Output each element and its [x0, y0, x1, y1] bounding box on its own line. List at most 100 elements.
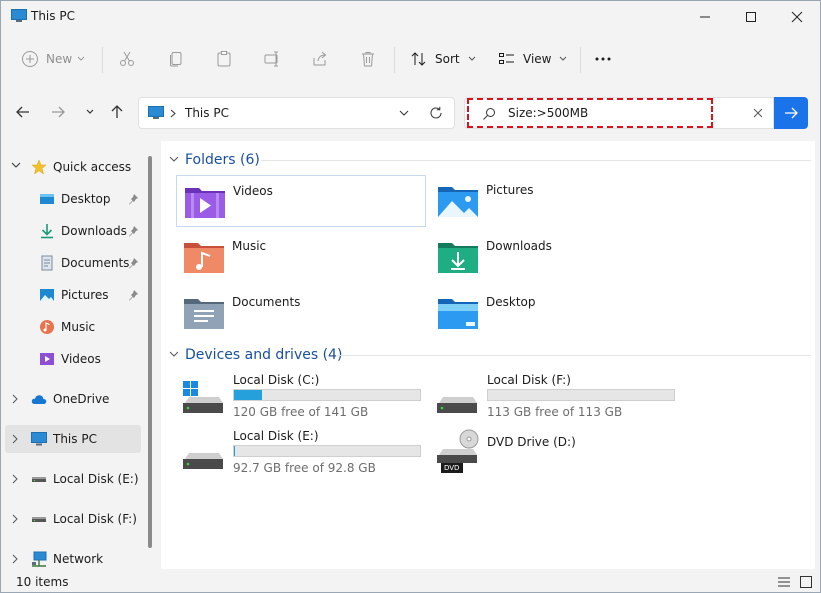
drive-tile-e[interactable]: Local Disk (E:) 92.7 GB free of 92.8 GB — [177, 429, 427, 481]
recent-locations-button[interactable] — [79, 101, 101, 123]
refresh-icon[interactable] — [429, 106, 443, 120]
drive-tile-f[interactable]: Local Disk (F:) 113 GB free of 113 GB — [431, 373, 681, 425]
view-button[interactable]: View — [498, 45, 567, 73]
plus-circle-icon — [22, 51, 38, 67]
sidebar-item-onedrive[interactable]: OneDrive — [5, 385, 141, 413]
chevron-right-icon — [12, 394, 18, 404]
details-view-icon[interactable] — [777, 576, 791, 588]
picture-icon — [40, 289, 54, 301]
folder-tile-desktop[interactable]: Desktop — [430, 287, 680, 339]
address-location[interactable]: This PC — [185, 106, 229, 120]
dvd-badge: DVD — [444, 464, 460, 472]
chevron-right-icon — [12, 434, 18, 444]
folder-label: Pictures — [486, 183, 534, 197]
folder-tile-downloads[interactable]: Downloads — [430, 231, 680, 283]
folder-tile-pictures[interactable]: Pictures — [430, 175, 680, 227]
sidebar-item-videos[interactable]: Videos — [5, 345, 141, 373]
music-folder-icon — [184, 243, 224, 273]
cloud-icon — [31, 395, 47, 404]
maximize-button[interactable] — [728, 1, 774, 33]
drive-icon — [437, 397, 477, 413]
drive-label: Local Disk (C:) — [233, 373, 320, 387]
navigation-pane: Quick access Desktop Downloads Documents… — [1, 141, 159, 569]
sidebar-item-desktop[interactable]: Desktop — [5, 185, 141, 213]
ellipsis-icon — [595, 57, 611, 61]
chevron-down-icon — [77, 56, 85, 61]
videos-folder-icon — [185, 188, 225, 218]
folder-tile-videos[interactable]: Videos — [176, 175, 426, 227]
cut-button[interactable] — [118, 45, 136, 73]
chevron-right-icon — [170, 109, 176, 118]
sort-button[interactable]: Sort — [410, 45, 476, 73]
search-highlight-box — [467, 98, 713, 128]
drive-free-space: 113 GB free of 113 GB — [487, 405, 623, 419]
chevron-down-icon[interactable] — [399, 110, 409, 117]
folders-header-label: Folders (6) — [185, 152, 260, 168]
sidebar-item-quick-access[interactable]: Quick access — [5, 153, 141, 181]
drive-tile-c[interactable]: Local Disk (C:) 120 GB free of 141 GB — [177, 373, 427, 425]
search-go-button[interactable] — [774, 97, 808, 129]
sidebar-item-local-disk-f[interactable]: Local Disk (F:) — [5, 505, 141, 533]
sidebar-item-pictures[interactable]: Pictures — [5, 281, 141, 309]
new-label: New — [46, 52, 73, 66]
sidebar-item-documents[interactable]: Documents — [5, 249, 141, 277]
share-button[interactable] — [311, 45, 329, 73]
sidebar-scrollbar[interactable] — [148, 156, 152, 548]
sidebar-item-local-disk-e[interactable]: Local Disk (E:) — [5, 465, 141, 493]
forward-button[interactable] — [47, 101, 69, 123]
cut-icon — [120, 51, 134, 66]
back-button[interactable] — [12, 101, 34, 123]
drive-free-space: 120 GB free of 141 GB — [233, 405, 369, 419]
paste-icon — [217, 51, 231, 67]
paste-button[interactable] — [215, 45, 233, 73]
sidebar-item-downloads[interactable]: Downloads — [5, 217, 141, 245]
drive-free-space: 92.7 GB free of 92.8 GB — [233, 461, 376, 475]
more-options-button[interactable] — [594, 45, 612, 73]
sidebar-item-music[interactable]: Music — [5, 313, 141, 341]
sidebar-item-label: OneDrive — [53, 392, 110, 406]
tiles-view-icon[interactable] — [799, 575, 813, 589]
pin-icon — [129, 226, 138, 237]
chevron-down-icon — [86, 109, 94, 114]
downloads-folder-icon — [438, 243, 478, 273]
drive-label: Local Disk (E:) — [233, 429, 319, 443]
folders-group-header[interactable]: Folders (6) — [169, 152, 260, 168]
copy-button[interactable] — [167, 45, 185, 73]
close-icon — [791, 11, 803, 23]
sidebar-item-this-pc[interactable]: This PC — [5, 425, 141, 453]
delete-button[interactable] — [359, 45, 377, 73]
drive-icon — [32, 477, 46, 482]
sidebar-item-label: Local Disk (F:) — [53, 512, 137, 526]
folder-tile-documents[interactable]: Documents — [176, 287, 426, 339]
drive-tile-d[interactable]: DVD DVD Drive (D:) — [431, 429, 681, 481]
sidebar-item-label: This PC — [53, 432, 97, 446]
sidebar-item-label: Local Disk (E:) — [53, 472, 139, 486]
sidebar-item-label: Videos — [61, 352, 101, 366]
up-button[interactable] — [106, 101, 128, 123]
sidebar-item-label: Network — [53, 552, 104, 566]
sidebar-item-network[interactable]: Network — [5, 545, 141, 573]
download-arrow-icon — [41, 224, 53, 239]
video-icon — [40, 353, 54, 365]
rename-button[interactable] — [263, 45, 281, 73]
sidebar-item-label: Music — [61, 320, 96, 334]
new-button[interactable]: New — [21, 45, 85, 73]
status-bar: 10 items — [1, 571, 820, 593]
address-bar[interactable]: This PC — [138, 97, 455, 129]
clear-search-icon[interactable] — [753, 108, 763, 118]
sidebar-item-label: Documents — [61, 256, 130, 270]
close-button[interactable] — [774, 1, 820, 33]
group-divider — [337, 355, 811, 356]
copy-icon — [170, 52, 182, 67]
folder-label: Videos — [233, 184, 273, 198]
drive-icon — [183, 453, 223, 469]
title-bar: This PC — [1, 1, 820, 33]
minimize-button[interactable] — [682, 1, 728, 33]
drives-group-header[interactable]: Devices and drives (4) — [169, 347, 342, 363]
pin-icon — [129, 194, 138, 205]
pin-icon — [129, 258, 138, 269]
folder-label: Desktop — [486, 295, 536, 309]
chevron-down-icon — [169, 156, 179, 162]
folder-tile-music[interactable]: Music — [176, 231, 426, 283]
document-icon — [41, 255, 53, 271]
